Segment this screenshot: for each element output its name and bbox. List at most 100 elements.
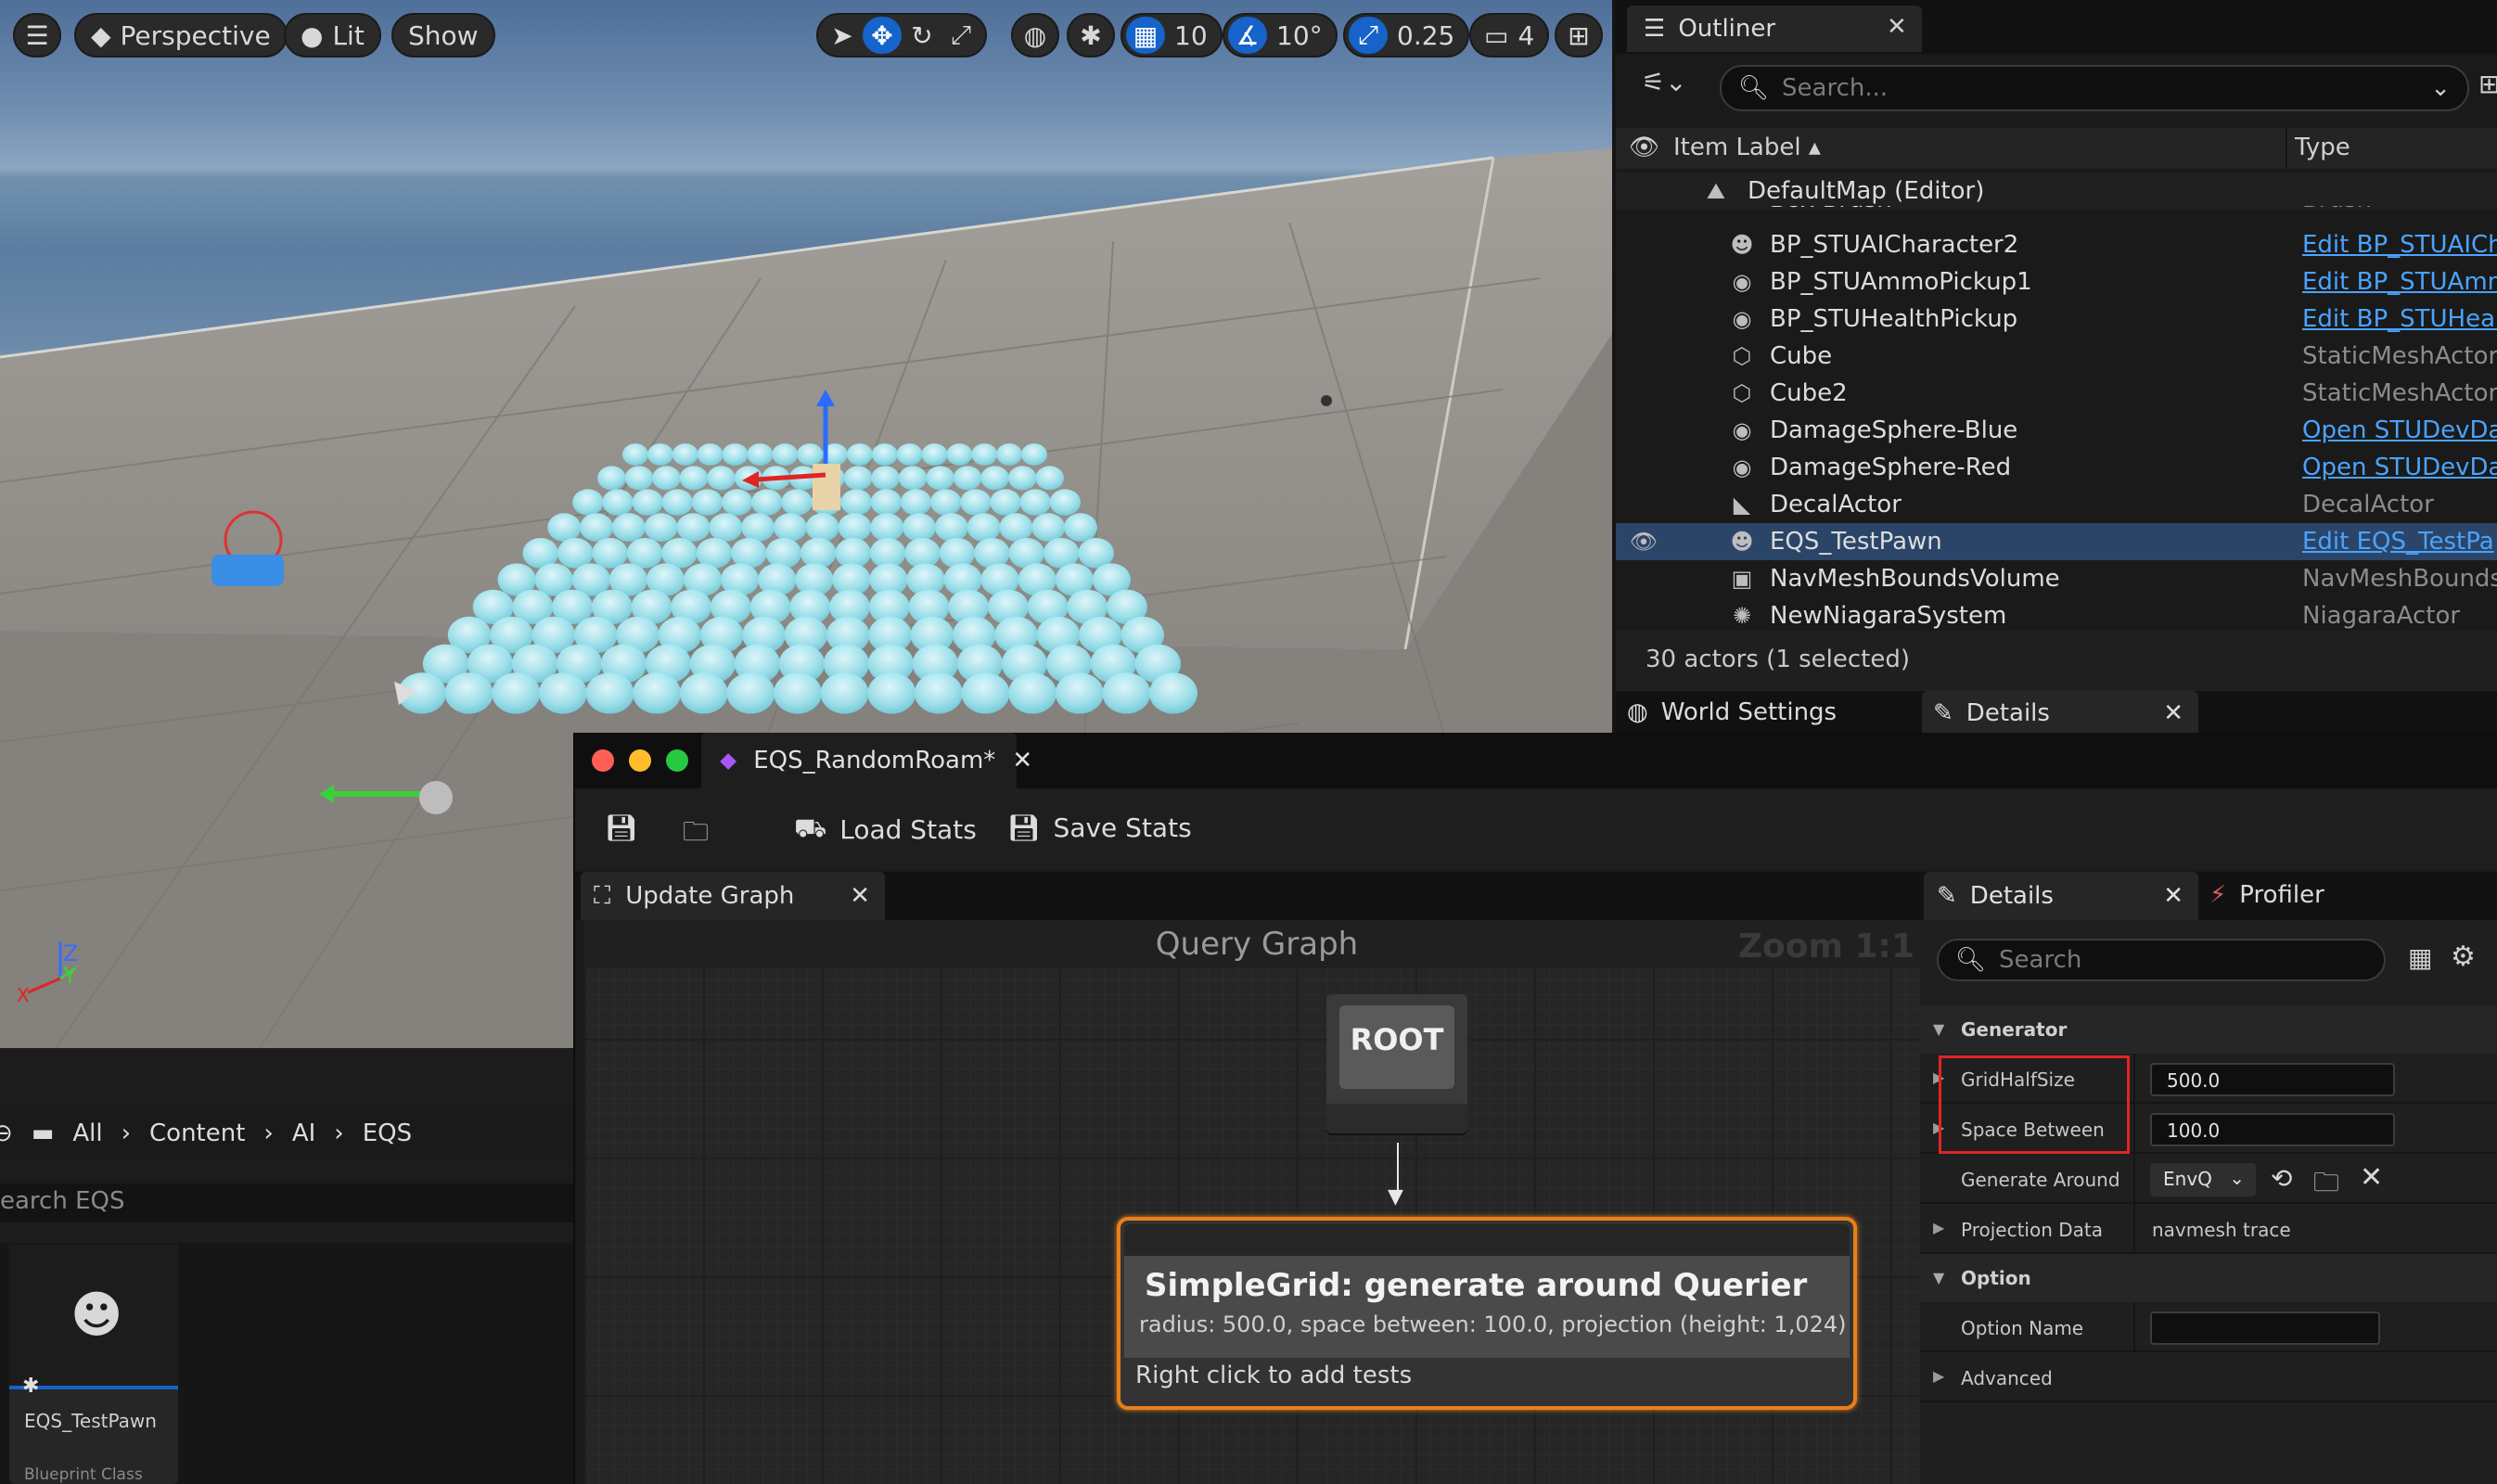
browse-button[interactable]: 🗀 [683, 812, 709, 857]
breadcrumb-content[interactable]: Content [149, 1119, 245, 1147]
save-stats-button[interactable]: 💾︎ Save Stats [1007, 812, 1192, 843]
tab-eqs-asset[interactable]: ⬥ EQS_RandomRoam* ✕ [701, 733, 1032, 788]
generate-around-dropdown[interactable]: EnvQ ⌄ [2150, 1163, 2256, 1196]
camera-speed-button[interactable]: ▭ 4 [1469, 13, 1550, 58]
root-node[interactable]: ROOT [1326, 994, 1467, 1133]
use-selected-icon[interactable]: ⟲ [2271, 1163, 2292, 1194]
outliner-row[interactable]: ▣ NavMeshBoundsVolume NavMeshBounds [1616, 560, 2497, 597]
eqs-sphere [676, 513, 711, 542]
eqs-sphere [961, 672, 1010, 714]
tab-update-graph[interactable]: ⛶ Update Graph ✕ [581, 872, 885, 920]
outliner-row-type-link[interactable]: Open STUDevDar [2302, 454, 2497, 481]
pawn-icon: ☻ [1730, 529, 1754, 555]
outliner-root-row[interactable]: ⛰︎ DefaultMap (Editor) [1616, 173, 2497, 210]
lit-button[interactable]: ● Lit [284, 13, 381, 58]
advanced-row[interactable]: ▶ Advanced [1920, 1352, 2497, 1402]
close-icon[interactable]: ✕ [2163, 699, 2183, 727]
outliner-row-type-link[interactable]: Edit BP_STUAmm [2302, 268, 2497, 296]
translate-icon[interactable]: ✥ [863, 17, 902, 54]
asterisk-icon: ✱ [22, 1375, 40, 1398]
tab-details[interactable]: ✎ Details ✕ [1924, 872, 2198, 920]
eqs-sphere [632, 489, 663, 516]
perspective-button[interactable]: ◆ Perspective [74, 13, 288, 58]
outliner-row[interactable]: ✺ NewNiagaraSystem NiagaraActor [1616, 597, 2497, 634]
outliner-row[interactable]: ◉ DamageSphere-Blue Open STUDevDar [1616, 412, 2497, 449]
minimize-window-button[interactable] [629, 749, 651, 772]
eqs-sphere [772, 443, 799, 466]
outliner-row-type-link[interactable]: Edit EQS_TestPa [2302, 528, 2494, 556]
world-local-button[interactable]: ◍ [1011, 13, 1059, 58]
gear-icon[interactable]: ⚙︎ [2451, 940, 2476, 973]
content-search-input[interactable]: earch EQS [0, 1183, 575, 1222]
table-view-icon[interactable]: ▦ [2408, 942, 2432, 973]
outliner-row[interactable]: ◉ DamageSphere-Red Open STUDevDar [1616, 449, 2497, 486]
select-arrow-icon[interactable]: ➤ [824, 17, 861, 54]
browse-folder-icon[interactable]: 🗀 [2313, 1163, 2339, 1208]
tab-outliner[interactable]: ☰ Outliner ✕ [1627, 6, 1922, 52]
outliner-row-type-link[interactable]: Edit BP_STUAICh [2302, 231, 2497, 259]
eqs-sphere [602, 489, 634, 516]
simplegrid-node[interactable]: SimpleGrid: generate around Querier radi… [1117, 1217, 1857, 1410]
tab-world-settings[interactable]: ◍ World Settings [1627, 698, 1837, 726]
eqs-sphere [444, 672, 493, 714]
maximize-window-button[interactable] [666, 749, 688, 772]
space-between-input[interactable]: 100.0 [2150, 1113, 2395, 1146]
tab-details-main[interactable]: ✎ Details ✕ [1922, 691, 2198, 736]
close-icon[interactable]: ✕ [850, 882, 870, 910]
close-window-button[interactable] [592, 749, 614, 772]
outliner-row-type-link[interactable]: Edit BP_STUHeal [2302, 305, 2497, 333]
pawn-icon: ☻ [70, 1286, 123, 1344]
outliner-row[interactable]: ☻ BP_STUAICharacter2 Edit BP_STUAICh [1616, 226, 2497, 263]
outliner-row-type-link[interactable]: Open STUDevDar [2302, 416, 2497, 444]
option-section[interactable]: ▼ Option [1920, 1254, 2497, 1302]
details-search-input[interactable]: 🔍︎ Search [1937, 939, 2386, 981]
column-type[interactable]: Type [2295, 134, 2350, 161]
layout-button[interactable]: ⊞ [1555, 13, 1603, 58]
close-icon[interactable]: ✕ [1012, 747, 1032, 774]
visibility-icon[interactable]: 👁︎ [1629, 134, 1659, 161]
eqs-sphere [914, 672, 963, 714]
grid-half-size-input[interactable]: 500.0 [2150, 1063, 2395, 1096]
option-name-input[interactable] [2150, 1311, 2380, 1345]
visibility-icon[interactable]: 👁︎ [1629, 527, 1658, 556]
outliner-search-input[interactable]: 🔍︎ Search... ⌄ [1720, 65, 2469, 111]
eqs-sphere [633, 672, 682, 714]
lit-sphere-icon: ● [301, 19, 324, 51]
save-button[interactable]: 💾︎ [605, 812, 638, 843]
close-icon[interactable]: ✕ [1887, 13, 1907, 41]
eqs-sphere [679, 672, 728, 714]
outliner-row[interactable]: ◉ BP_STUHealthPickup Edit BP_STUHeal [1616, 301, 2497, 338]
add-filter-icon[interactable]: ⊞ [2478, 69, 2497, 99]
outliner-row[interactable]: ◉ BP_STUAmmoPickup1 Edit BP_STUAmm [1616, 263, 2497, 301]
show-button[interactable]: Show [391, 13, 495, 58]
breadcrumb-ai[interactable]: AI [292, 1119, 315, 1147]
surface-snap-button[interactable]: ✱ [1067, 13, 1115, 58]
eqs-sphere [611, 513, 646, 542]
rotation-snap-button[interactable]: ∡ 10° [1223, 13, 1338, 58]
actor-icon: ◉ [1732, 417, 1752, 443]
viewport-menu-button[interactable]: ☰ [13, 13, 61, 58]
eqs-sphere [996, 443, 1023, 466]
breadcrumb-all[interactable]: All [72, 1119, 102, 1147]
generator-section[interactable]: ▼ Generator [1920, 1005, 2497, 1054]
expand-arrow-icon[interactable]: ▶ [1933, 1219, 1944, 1236]
grid-snap-button[interactable]: ▦ 10 [1120, 13, 1223, 58]
tab-profiler[interactable]: ⚡︎ Profiler [2209, 881, 2324, 909]
outliner-row[interactable]: ◣ DecalActor DecalActor [1616, 486, 2497, 523]
outliner-row[interactable]: 👁︎ ☻ EQS_TestPawn Edit EQS_TestPa [1616, 523, 2497, 560]
eqs-sphere [672, 443, 698, 466]
rotate-icon[interactable]: ↻ [903, 17, 941, 54]
scale-icon[interactable]: ⤢ [942, 17, 980, 54]
outliner-row[interactable]: ⬡ Cube StaticMeshActor [1616, 338, 2497, 375]
scale-snap-button[interactable]: ⤢ 0.25 [1343, 13, 1470, 58]
filter-button[interactable]: ⚟⌄ [1642, 67, 1687, 97]
load-stats-button[interactable]: ⛟ Load Stats [794, 812, 977, 847]
breadcrumb-eqs[interactable]: EQS [363, 1119, 412, 1147]
clear-icon[interactable]: ✕ [2360, 1161, 2383, 1194]
column-item-label[interactable]: Item Label ▴ [1673, 134, 1821, 161]
asset-tile[interactable]: ☻ ✱ EQS_TestPawn Blueprint Class [9, 1245, 178, 1484]
outliner-row[interactable]: ⬡ Cube2 StaticMeshActor [1616, 375, 2497, 412]
query-graph-canvas[interactable]: Query Graph Zoom 1:1 ROOT ▼ SimpleGrid: … [584, 920, 1929, 1484]
close-icon[interactable]: ✕ [2163, 882, 2183, 910]
history-icon[interactable]: ⊖ [0, 1119, 13, 1147]
